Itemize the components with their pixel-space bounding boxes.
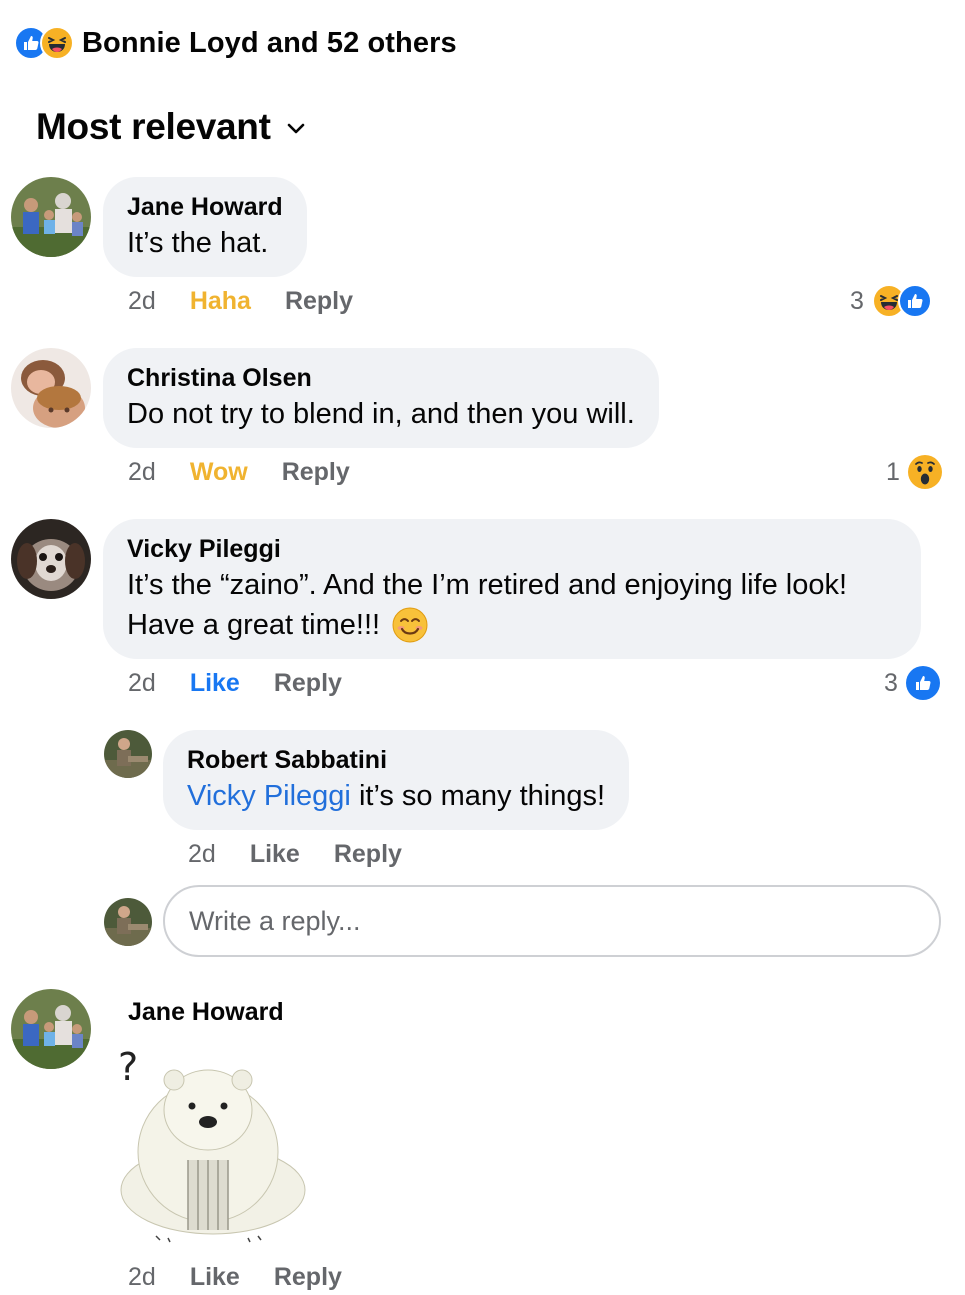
comment-text: It’s the hat.	[127, 227, 269, 259]
comment-reaction-count[interactable]: 1	[886, 455, 942, 489]
comment-reaction-count[interactable]: 3	[850, 284, 932, 318]
comment-author[interactable]: Christina Olsen	[127, 362, 635, 394]
comment-text-line: Have a great time!!!	[127, 609, 381, 641]
like-button[interactable]: Like	[250, 840, 300, 869]
polar-bear-question-sticker[interactable]: ?	[108, 1040, 318, 1250]
comment-bubble: Jane Howard It’s the hat.	[103, 177, 307, 277]
reply-button[interactable]: Reply	[334, 840, 402, 869]
reactions-summary-text[interactable]: Bonnie Loyd and 52 others	[82, 27, 457, 60]
avatar[interactable]	[11, 519, 91, 599]
like-button[interactable]: Like	[190, 1263, 240, 1292]
comment-actions: 2d Like Reply	[188, 840, 436, 869]
comment-bubble: Christina Olsen Do not try to blend in, …	[103, 348, 659, 448]
avatar[interactable]	[11, 177, 91, 257]
reaction-summary[interactable]: Bonnie Loyd and 52 others	[14, 24, 457, 62]
comment-timestamp[interactable]: 2d	[128, 287, 156, 316]
comment-text-body: it’s so many things!	[350, 780, 606, 812]
wow-icon	[907, 455, 942, 489]
comment-timestamp[interactable]: 2d	[188, 840, 216, 869]
reply-input-placeholder: Write a reply...	[189, 905, 361, 936]
mention-link[interactable]: Vicky Pileggi	[187, 780, 351, 812]
like-icon	[897, 284, 932, 318]
comment-actions: 2d Wow Reply	[128, 458, 384, 487]
comment-reaction-count[interactable]: 3	[884, 666, 940, 700]
avatar[interactable]	[11, 989, 91, 1069]
reply-button[interactable]: Reply	[285, 287, 353, 316]
reaction-icons	[14, 26, 74, 60]
comment-text: Do not try to blend in, and then you wil…	[127, 398, 635, 430]
reply-button[interactable]: Reply	[282, 458, 350, 487]
current-user-avatar	[104, 898, 152, 946]
smiling-face-icon	[392, 607, 428, 643]
haha-icon	[40, 26, 74, 60]
reply-button[interactable]: Reply	[274, 1263, 342, 1292]
like-button[interactable]: Like	[190, 669, 240, 698]
chevron-down-icon	[287, 123, 304, 134]
comment-actions: 2d Like Reply	[128, 669, 376, 698]
reply-button[interactable]: Reply	[274, 669, 342, 698]
comment-timestamp[interactable]: 2d	[128, 458, 156, 487]
comment-text-line: It’s the “zaino”. And the I’m retired an…	[127, 569, 848, 601]
reply-input[interactable]: Write a reply...	[163, 885, 941, 957]
reaction-button[interactable]: Wow	[190, 458, 248, 487]
like-icon	[905, 666, 940, 700]
comment-sort-dropdown[interactable]: Most relevant	[36, 106, 305, 148]
reaction-button[interactable]: Haha	[190, 287, 251, 316]
reaction-count-number: 3	[850, 286, 864, 315]
comment-text-line-wrap: Have a great time!!!	[127, 605, 897, 645]
comment-author[interactable]: Jane Howard	[128, 996, 284, 1028]
avatar[interactable]	[104, 730, 152, 778]
reaction-count-number: 3	[884, 668, 898, 697]
sort-label: Most relevant	[36, 106, 271, 147]
svg-text:?: ?	[118, 1045, 138, 1089]
comment-bubble: Robert Sabbatini Vicky Pileggi it’s so m…	[163, 730, 630, 830]
avatar[interactable]	[11, 348, 91, 428]
comment-author[interactable]: Robert Sabbatini	[187, 744, 605, 776]
reaction-count-number: 1	[886, 457, 900, 486]
comment-author[interactable]: Vicky Pileggi	[127, 533, 897, 565]
comment-author[interactable]: Jane Howard	[127, 191, 283, 223]
comment-timestamp[interactable]: 2d	[128, 1263, 156, 1292]
comment-timestamp[interactable]: 2d	[128, 669, 156, 698]
comment-actions: 2d Like Reply	[128, 1263, 376, 1292]
comment-text: Vicky Pileggi it’s so many things!	[187, 780, 605, 812]
comment-bubble: Vicky Pileggi It’s the “zaino”. And the …	[103, 519, 921, 659]
comment-actions: 2d Haha Reply	[128, 287, 387, 316]
